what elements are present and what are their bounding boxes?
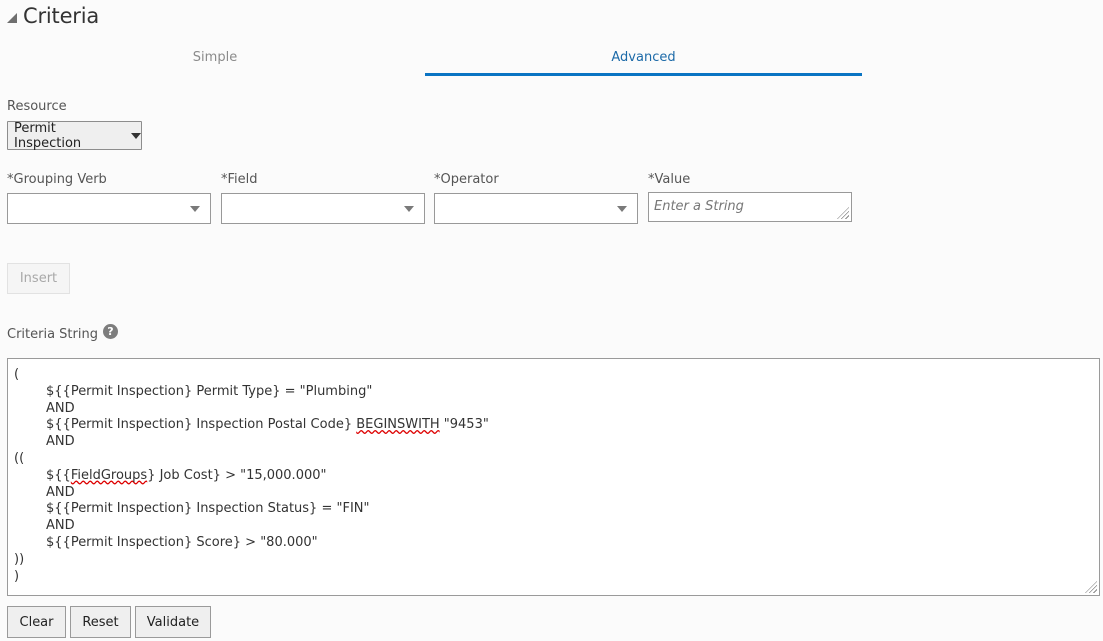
resource-value: Permit Inspection xyxy=(14,120,82,151)
help-icon[interactable]: ? xyxy=(103,324,118,339)
criteria-line: AND xyxy=(46,518,75,534)
criteria-line: ${{Permit Inspection} Inspection Postal … xyxy=(46,417,489,433)
tab-simple[interactable]: Simple xyxy=(6,50,424,76)
spellcheck-flagged-word: BEGINSWITH xyxy=(356,417,440,433)
insert-button[interactable]: Insert xyxy=(7,263,70,294)
criteria-line: AND xyxy=(46,484,75,500)
operator-label: *Operator xyxy=(434,172,499,187)
criteria-line: ${{Permit Inspection} Permit Type} = "Pl… xyxy=(46,383,373,399)
resource-dropdown[interactable]: Permit Inspection xyxy=(7,120,142,151)
criteria-line: ( xyxy=(14,367,20,382)
validate-button[interactable]: Validate xyxy=(135,606,211,638)
field-select[interactable] xyxy=(221,193,425,224)
value-label: *Value xyxy=(648,172,691,187)
criteria-string-label: Criteria String xyxy=(7,327,98,342)
chevron-down-icon xyxy=(190,206,200,212)
value-placeholder: Enter a String xyxy=(654,199,744,214)
value-input[interactable]: Enter a String xyxy=(648,192,852,222)
caret-down-icon xyxy=(131,132,141,139)
resize-grip-icon[interactable] xyxy=(837,207,849,219)
triangle-collapse-icon[interactable] xyxy=(7,13,17,23)
chevron-down-icon xyxy=(404,206,414,212)
criteria-line: ${{Permit Inspection} Score} > "80.000" xyxy=(46,534,318,550)
tab-advanced[interactable]: Advanced xyxy=(425,50,862,76)
criteria-line: )) xyxy=(14,551,25,567)
chevron-down-icon xyxy=(617,206,627,212)
criteria-string-textarea[interactable]: ( ${{Permit Inspection} Permit Type} = "P… xyxy=(7,358,1100,596)
reset-button[interactable]: Reset xyxy=(70,606,131,638)
operator-select[interactable] xyxy=(434,193,638,224)
spellcheck-flagged-word: FieldGroups xyxy=(70,467,148,483)
criteria-line: ${{Permit Inspection} Inspection Status}… xyxy=(46,501,370,517)
criteria-line: ${{FieldGroups} Job Cost} > "15,000.000" xyxy=(46,467,327,483)
criteria-line: (( xyxy=(14,450,25,466)
grouping-verb-select[interactable] xyxy=(7,193,211,224)
section-title: Criteria xyxy=(23,4,100,28)
criteria-line: AND xyxy=(46,400,75,416)
resource-label: Resource xyxy=(7,99,67,114)
grouping-verb-label: *Grouping Verb xyxy=(7,172,107,187)
criteria-header[interactable]: Criteria xyxy=(7,4,99,28)
criteria-line: ) xyxy=(14,568,20,584)
clear-button[interactable]: Clear xyxy=(7,606,66,638)
field-label: *Field xyxy=(221,172,258,187)
criteria-line: AND xyxy=(46,434,75,450)
